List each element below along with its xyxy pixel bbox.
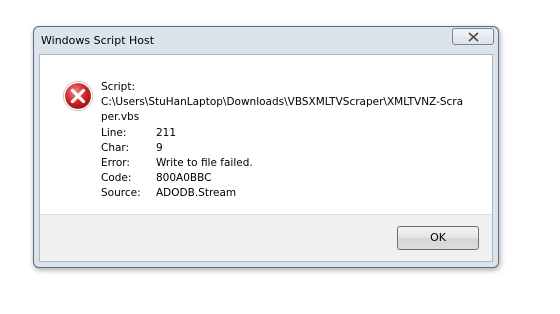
error-message: Script: C:\Users\StuHanLaptop\Downloads\… [101,80,463,202]
field-label: Char: [101,141,130,154]
close-icon [468,32,479,42]
field-row-line: Line: 211 [101,126,463,141]
field-value: 211 [156,126,177,139]
field-row-char: Char: 9 [101,141,463,156]
field-label: Line: [101,126,127,139]
title-bar[interactable]: Windows Script Host [34,27,498,55]
field-row-source: Source: ADODB.Stream [101,186,463,201]
error-icon [63,81,93,111]
script-path-line1: C:\Users\StuHanLaptop\Downloads\VBSXMLTV… [101,96,464,109]
script-path-line2: per.vbs [101,111,140,124]
field-value: ADODB.Stream [156,187,237,200]
field-value: 800A0BBC [156,172,212,185]
ok-button[interactable]: OK [397,226,479,250]
field-value: 9 [156,141,163,154]
field-row-code: Code: 800A0BBC [101,171,463,186]
window-title: Windows Script Host [41,34,155,47]
field-row-error: Error: Write to file failed. [101,156,463,171]
message-area: Script: C:\Users\StuHanLaptop\Downloads\… [40,55,492,215]
field-label: Code: [101,172,132,185]
dialog-window: Windows Script Host Script: C:\Users\Stu… [33,26,499,268]
script-label: Script: [101,81,135,93]
field-label: Source: [101,187,141,200]
field-value: Write to file failed. [156,157,253,170]
button-bar: OK [40,214,492,261]
field-label: Error: [101,157,130,170]
dialog-client-area: Script: C:\Users\StuHanLaptop\Downloads\… [39,54,493,262]
close-button[interactable] [452,28,494,45]
